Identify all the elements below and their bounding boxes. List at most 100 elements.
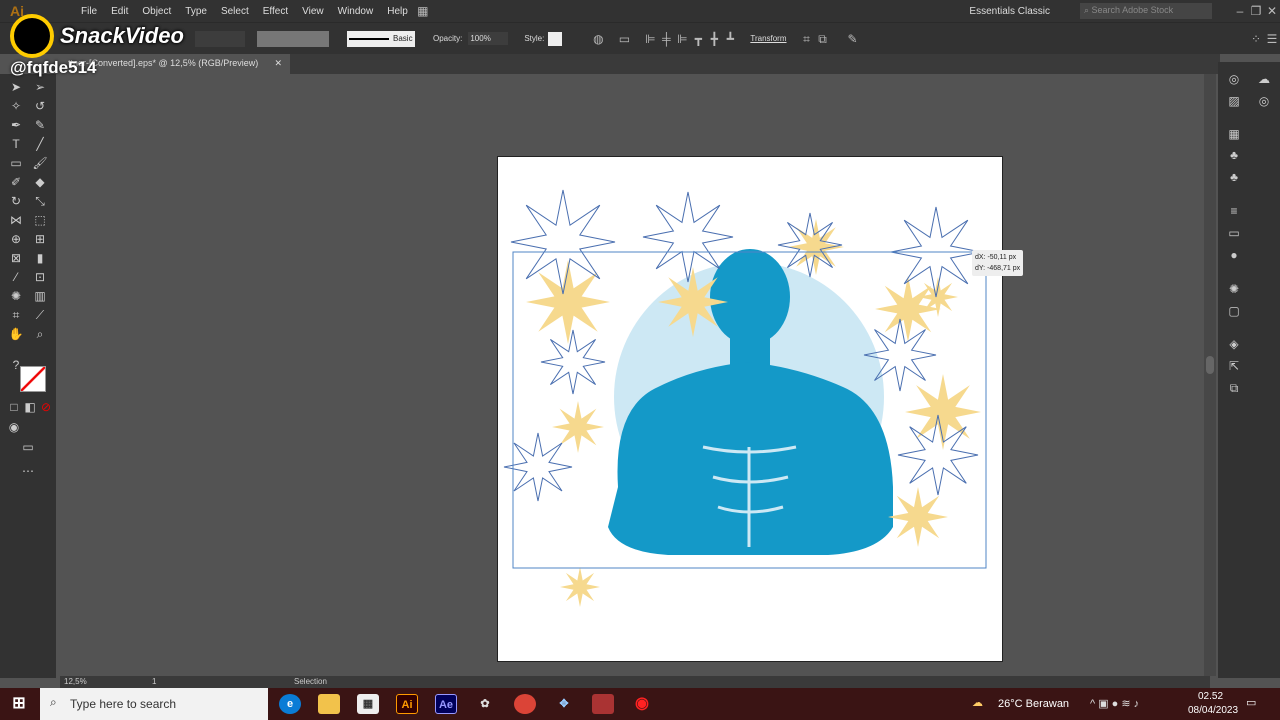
weather-text[interactable]: 26°C Berawan xyxy=(998,698,1069,710)
artboards-icon[interactable]: ⧉ xyxy=(1226,381,1242,397)
minimize-icon[interactable]: – xyxy=(1232,3,1248,19)
fill-dropdown[interactable] xyxy=(195,30,245,47)
none-mode-icon[interactable]: ⊘ xyxy=(38,400,54,416)
stroke-style-dropdown[interactable]: Basic xyxy=(347,30,415,47)
align-middle-icon[interactable]: ╋ xyxy=(706,31,722,47)
graph-tool-icon[interactable]: ▥ xyxy=(32,289,48,305)
cc-libraries-icon[interactable]: ☁ xyxy=(1256,72,1272,88)
opacity-field[interactable]: 100% xyxy=(468,32,509,45)
blend-tool-icon[interactable]: ⊡ xyxy=(32,270,48,286)
app-icon[interactable]: ✿ xyxy=(474,694,496,714)
color-mode-icon[interactable]: □ xyxy=(6,400,22,416)
libraries-icon[interactable]: ◎ xyxy=(1226,72,1242,88)
line-tool-icon[interactable]: ╱ xyxy=(32,137,48,153)
width-tool-icon[interactable]: ⋈ xyxy=(8,213,24,229)
clock-time[interactable]: 02.52 xyxy=(1198,691,1223,702)
stroke-weight-field[interactable] xyxy=(257,30,329,47)
more-options-icon[interactable]: ☰ xyxy=(1264,31,1280,47)
style-swatch[interactable] xyxy=(548,31,563,46)
close-tab-icon[interactable]: ✕ xyxy=(274,58,282,69)
clock-date[interactable]: 08/04/2023 xyxy=(1188,705,1238,716)
restore-icon[interactable]: ❐ xyxy=(1248,3,1264,19)
recolor-icon[interactable]: ◍ xyxy=(590,31,606,47)
mesh-tool-icon[interactable]: ⊠ xyxy=(8,251,24,267)
swatches-icon[interactable]: ▦ xyxy=(1226,127,1242,143)
illustrator-icon[interactable]: Ai xyxy=(396,694,418,714)
symbols-icon[interactable]: ♣ xyxy=(1226,170,1242,186)
menu-window[interactable]: Window xyxy=(331,6,381,17)
gradient-tool-icon[interactable]: ▮ xyxy=(32,251,48,267)
pen-tool-icon[interactable]: ✒ xyxy=(8,118,24,134)
file-explorer-icon[interactable] xyxy=(318,694,340,714)
brushes-icon[interactable]: ♣ xyxy=(1226,148,1242,164)
align-bottom-icon[interactable]: ┻ xyxy=(722,31,738,47)
artboard[interactable] xyxy=(497,156,1003,662)
select-similar-icon[interactable]: ⧉ xyxy=(815,31,831,47)
menu-view[interactable]: View xyxy=(295,6,331,17)
workspace-switcher[interactable]: Essentials Classic xyxy=(969,6,1050,17)
transform-link[interactable]: Transform xyxy=(750,34,786,43)
artwork[interactable] xyxy=(498,157,1004,663)
paintbrush-icon[interactable]: 🖌 xyxy=(32,156,48,172)
type-tool-icon[interactable]: T xyxy=(8,137,24,153)
asset-export-icon[interactable]: ⇱ xyxy=(1226,359,1242,375)
fill-stroke-swatch[interactable] xyxy=(20,366,46,392)
image-trace-icon[interactable]: ▨ xyxy=(1226,94,1242,110)
stroke-icon[interactable]: ≡ xyxy=(1226,204,1242,220)
draw-normal-icon[interactable]: ◉ xyxy=(6,420,22,436)
zoom-level[interactable]: 12,5% xyxy=(64,677,87,686)
zoom-tool-icon[interactable]: ⌕ xyxy=(32,327,48,343)
vertical-scrollbar[interactable] xyxy=(1204,74,1216,676)
edit-toolbar-icon[interactable]: ✎ xyxy=(845,31,861,47)
shape-builder-icon[interactable]: ⊕ xyxy=(8,232,24,248)
free-transform-icon[interactable]: ⬚ xyxy=(32,213,48,229)
gradient-mode-icon[interactable]: ◧ xyxy=(22,400,38,416)
direct-selection-tool-icon[interactable]: ➢ xyxy=(32,80,48,96)
transparency-icon[interactable]: ● xyxy=(1226,248,1242,264)
artboard-number[interactable]: 1 xyxy=(152,677,156,686)
isolate-icon[interactable]: ⌗ xyxy=(799,31,815,47)
menu-select[interactable]: Select xyxy=(214,6,256,17)
align-center-icon[interactable]: ╪ xyxy=(658,31,674,47)
rectangle-tool-icon[interactable]: ▭ xyxy=(8,156,24,172)
store-icon[interactable]: ▦ xyxy=(357,694,379,714)
magic-wand-icon[interactable]: ✧ xyxy=(8,99,24,115)
menu-effect[interactable]: Effect xyxy=(256,6,295,17)
winrar-icon[interactable] xyxy=(592,694,614,714)
start-icon[interactable]: ⊞ xyxy=(8,694,30,714)
layers-icon[interactable]: ◈ xyxy=(1226,337,1242,353)
arrange-documents-icon[interactable]: ▦ xyxy=(415,3,431,19)
artboard-tool-icon[interactable]: ⌗ xyxy=(8,308,24,324)
gradient-icon[interactable]: ▭ xyxy=(1226,226,1242,242)
curvature-tool-icon[interactable]: ✎ xyxy=(32,118,48,134)
chrome-icon[interactable] xyxy=(514,694,536,714)
graphic-styles-icon[interactable]: ▢ xyxy=(1226,304,1242,320)
properties-icon[interactable]: ◎ xyxy=(1256,94,1272,110)
game-icon[interactable]: ✥ xyxy=(553,694,575,714)
edit-toolbar-more-icon[interactable]: ⋯ xyxy=(20,464,36,480)
panel-arrange-icon[interactable]: ⁘ xyxy=(1248,31,1264,47)
notifications-icon[interactable]: ▭ xyxy=(1246,696,1256,709)
perspective-grid-icon[interactable]: ⊞ xyxy=(32,232,48,248)
taskbar-search[interactable]: ⌕ Type here to search xyxy=(40,688,268,720)
appearance-icon[interactable]: ✺ xyxy=(1226,282,1242,298)
stock-search-input[interactable]: ⌕ Search Adobe Stock xyxy=(1080,3,1212,19)
document-setup-icon[interactable]: ▭ xyxy=(616,31,632,47)
shaper-tool-icon[interactable]: ✐ xyxy=(8,175,24,191)
after-effects-icon[interactable]: Ae xyxy=(435,694,457,714)
align-left-icon[interactable]: ⊫ xyxy=(642,31,658,47)
rotate-tool-icon[interactable]: ↻ xyxy=(8,194,24,210)
align-right-icon[interactable]: ⊫ xyxy=(674,31,690,47)
hand-tool-icon[interactable]: ✋ xyxy=(8,327,24,343)
tray-icons[interactable]: ^ ▣ ● ≋ ♪ xyxy=(1090,697,1139,710)
slice-tool-icon[interactable]: ⟋ xyxy=(32,308,48,324)
close-icon[interactable]: ✕ xyxy=(1264,3,1280,19)
screen-mode-icon[interactable]: ▭ xyxy=(20,440,36,456)
menu-help[interactable]: Help xyxy=(380,6,415,17)
lasso-icon[interactable]: ↺ xyxy=(32,99,48,115)
eraser-icon[interactable]: ◆ xyxy=(32,175,48,191)
edge-icon[interactable]: e xyxy=(279,694,301,714)
scale-tool-icon[interactable]: ⤡ xyxy=(32,194,48,210)
recorder-icon[interactable]: ◉ xyxy=(631,694,653,714)
eyedropper-icon[interactable]: ⁄ xyxy=(8,270,24,286)
